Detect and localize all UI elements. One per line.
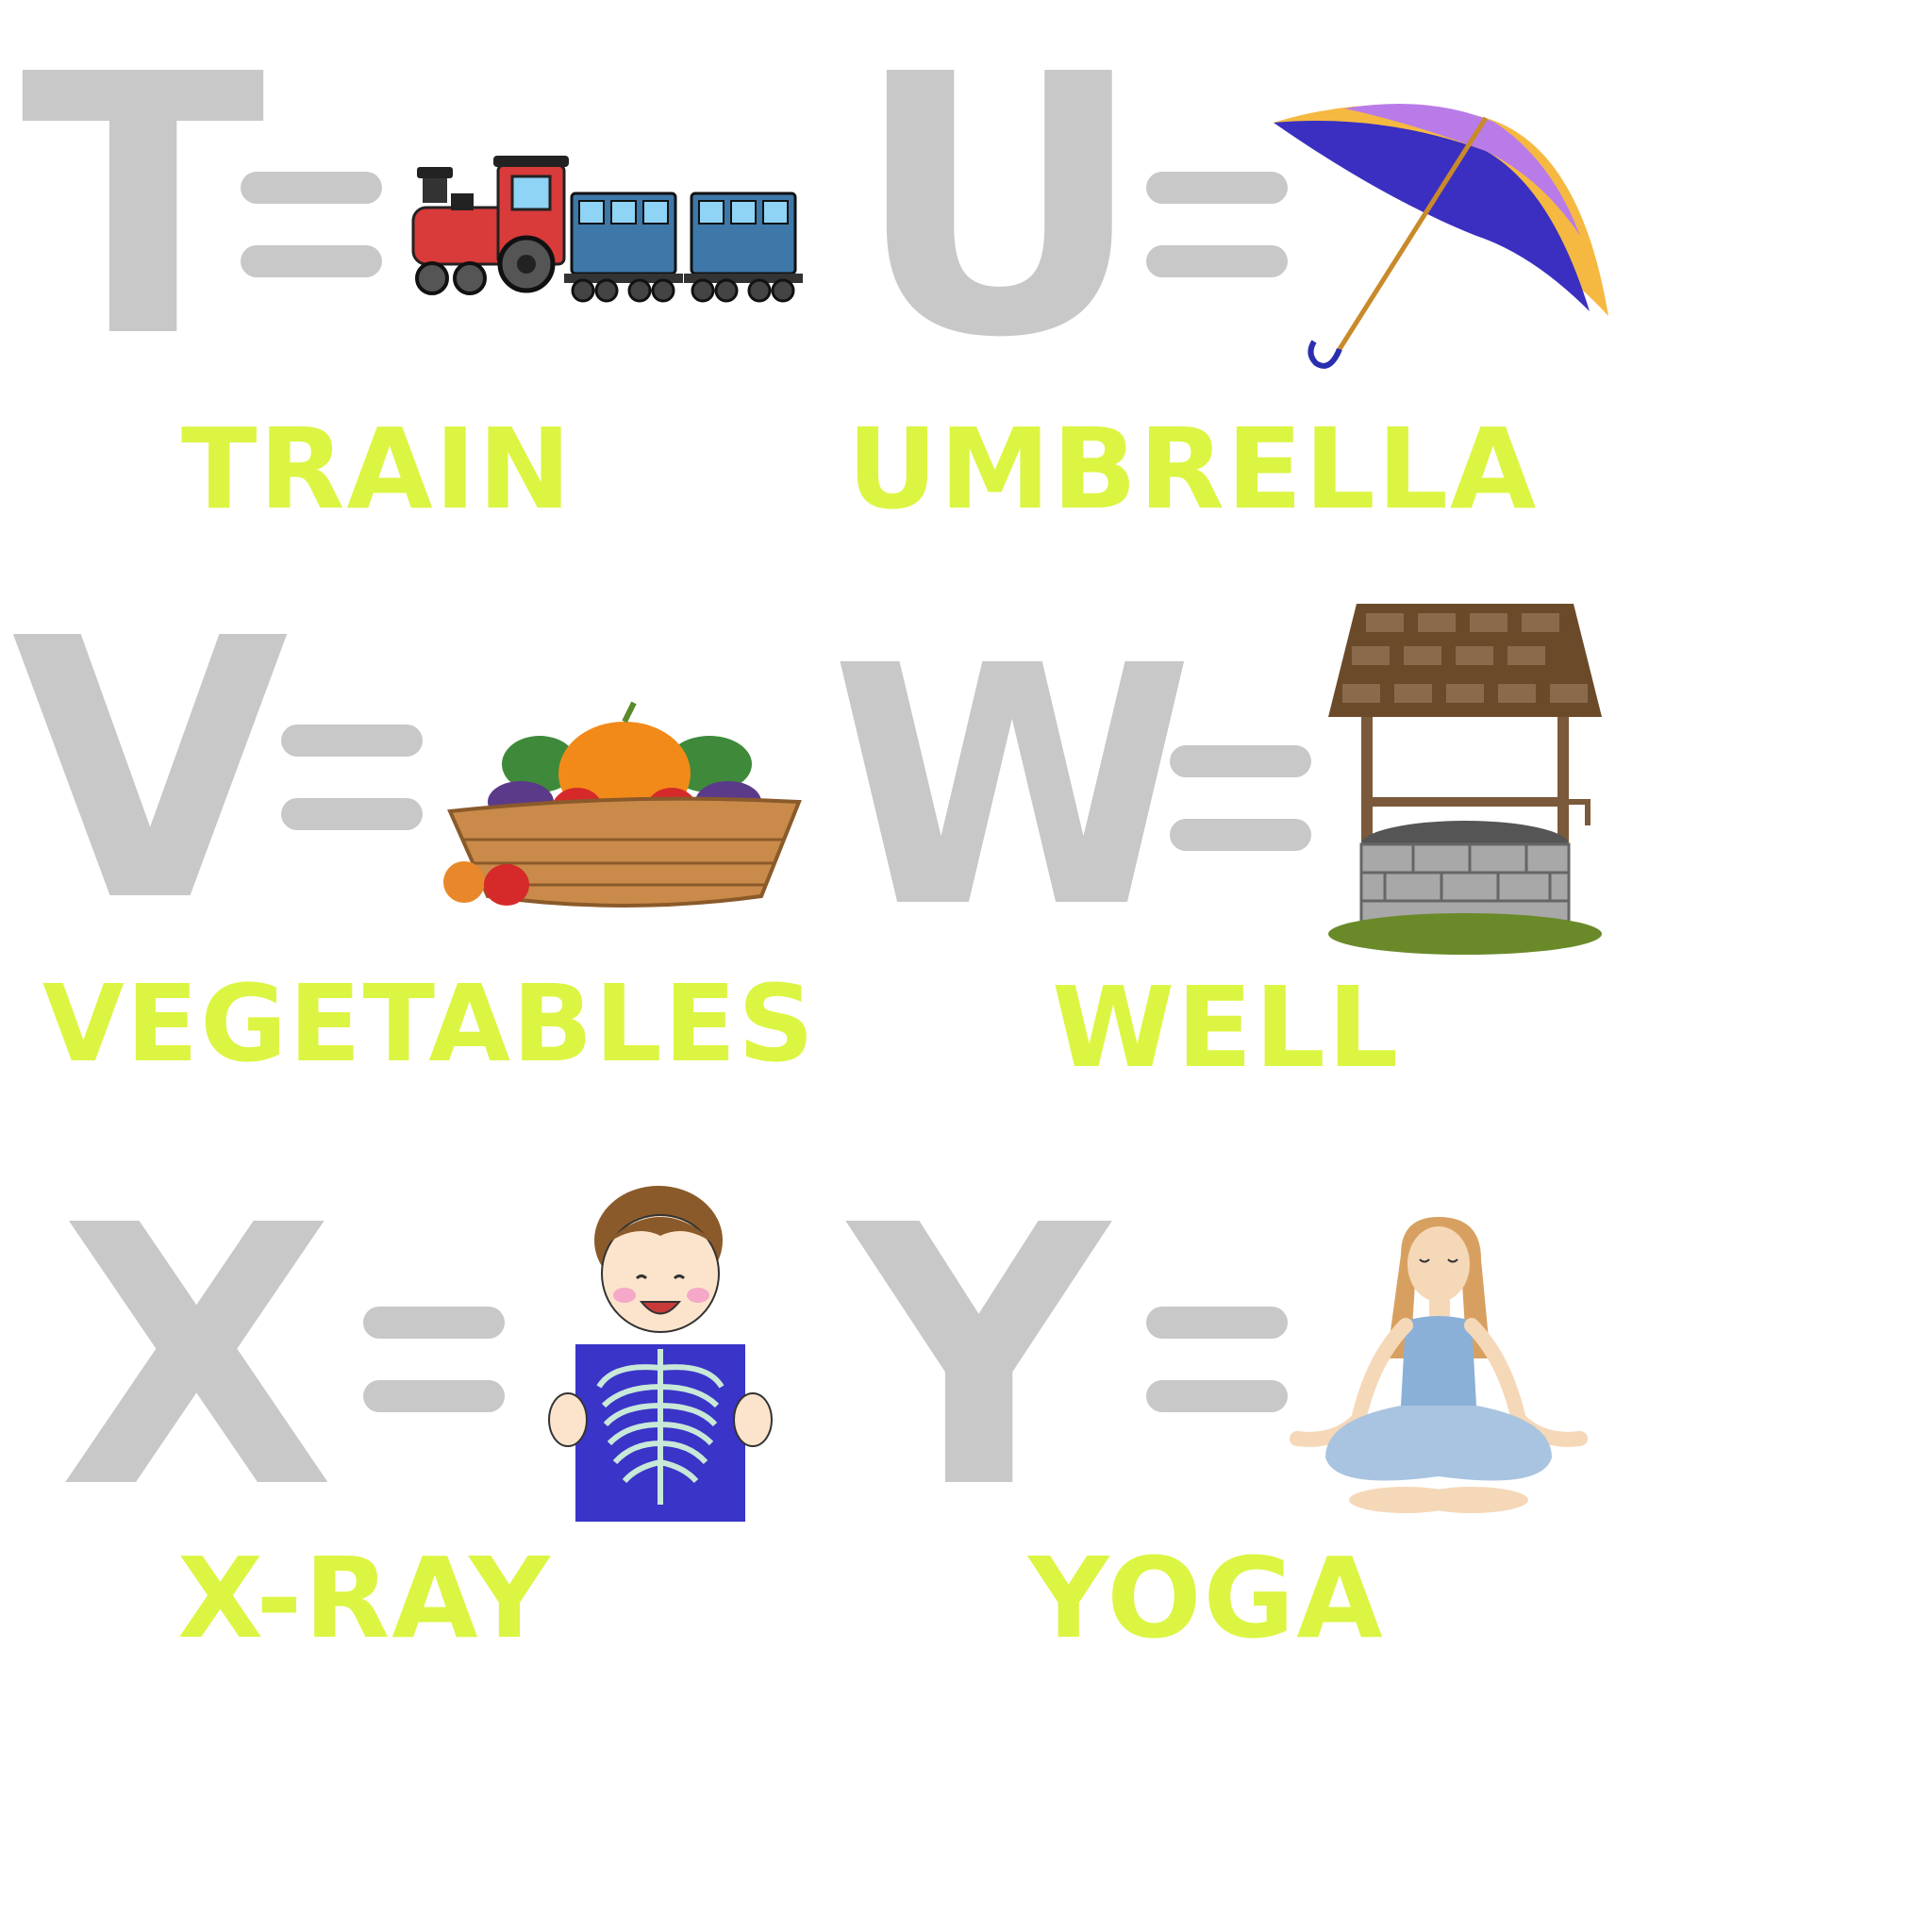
equals-sign: [363, 1307, 505, 1412]
word-umbrella: UMBRELLA: [847, 404, 1539, 534]
vegetable-basket-icon: [436, 698, 813, 910]
equals-sign: [241, 172, 382, 277]
letter-x: X: [58, 1149, 335, 1567]
xray-boy-icon: [547, 1184, 774, 1524]
letter-t: T: [21, 0, 266, 416]
word-train: TRAIN: [181, 404, 574, 534]
word-yoga: YOGA: [1028, 1533, 1385, 1663]
equals-sign: [1146, 172, 1288, 277]
letter-u: U: [854, 0, 1145, 416]
equals-sign: [1146, 1307, 1288, 1412]
word-x-ray: X-RAY: [177, 1533, 552, 1663]
train-icon: [404, 156, 809, 307]
letter-v: V: [11, 562, 290, 980]
equals-sign: [1170, 745, 1311, 851]
word-vegetables: VEGETABLES: [42, 963, 816, 1086]
letter-w: W: [830, 595, 1195, 980]
word-well: WELL: [1052, 962, 1401, 1092]
yoga-woman-icon: [1278, 1217, 1608, 1528]
wishing-well-icon: [1328, 604, 1602, 962]
equals-sign: [281, 724, 423, 830]
letter-y: Y: [849, 1149, 1109, 1567]
umbrella-icon: [1269, 94, 1618, 377]
